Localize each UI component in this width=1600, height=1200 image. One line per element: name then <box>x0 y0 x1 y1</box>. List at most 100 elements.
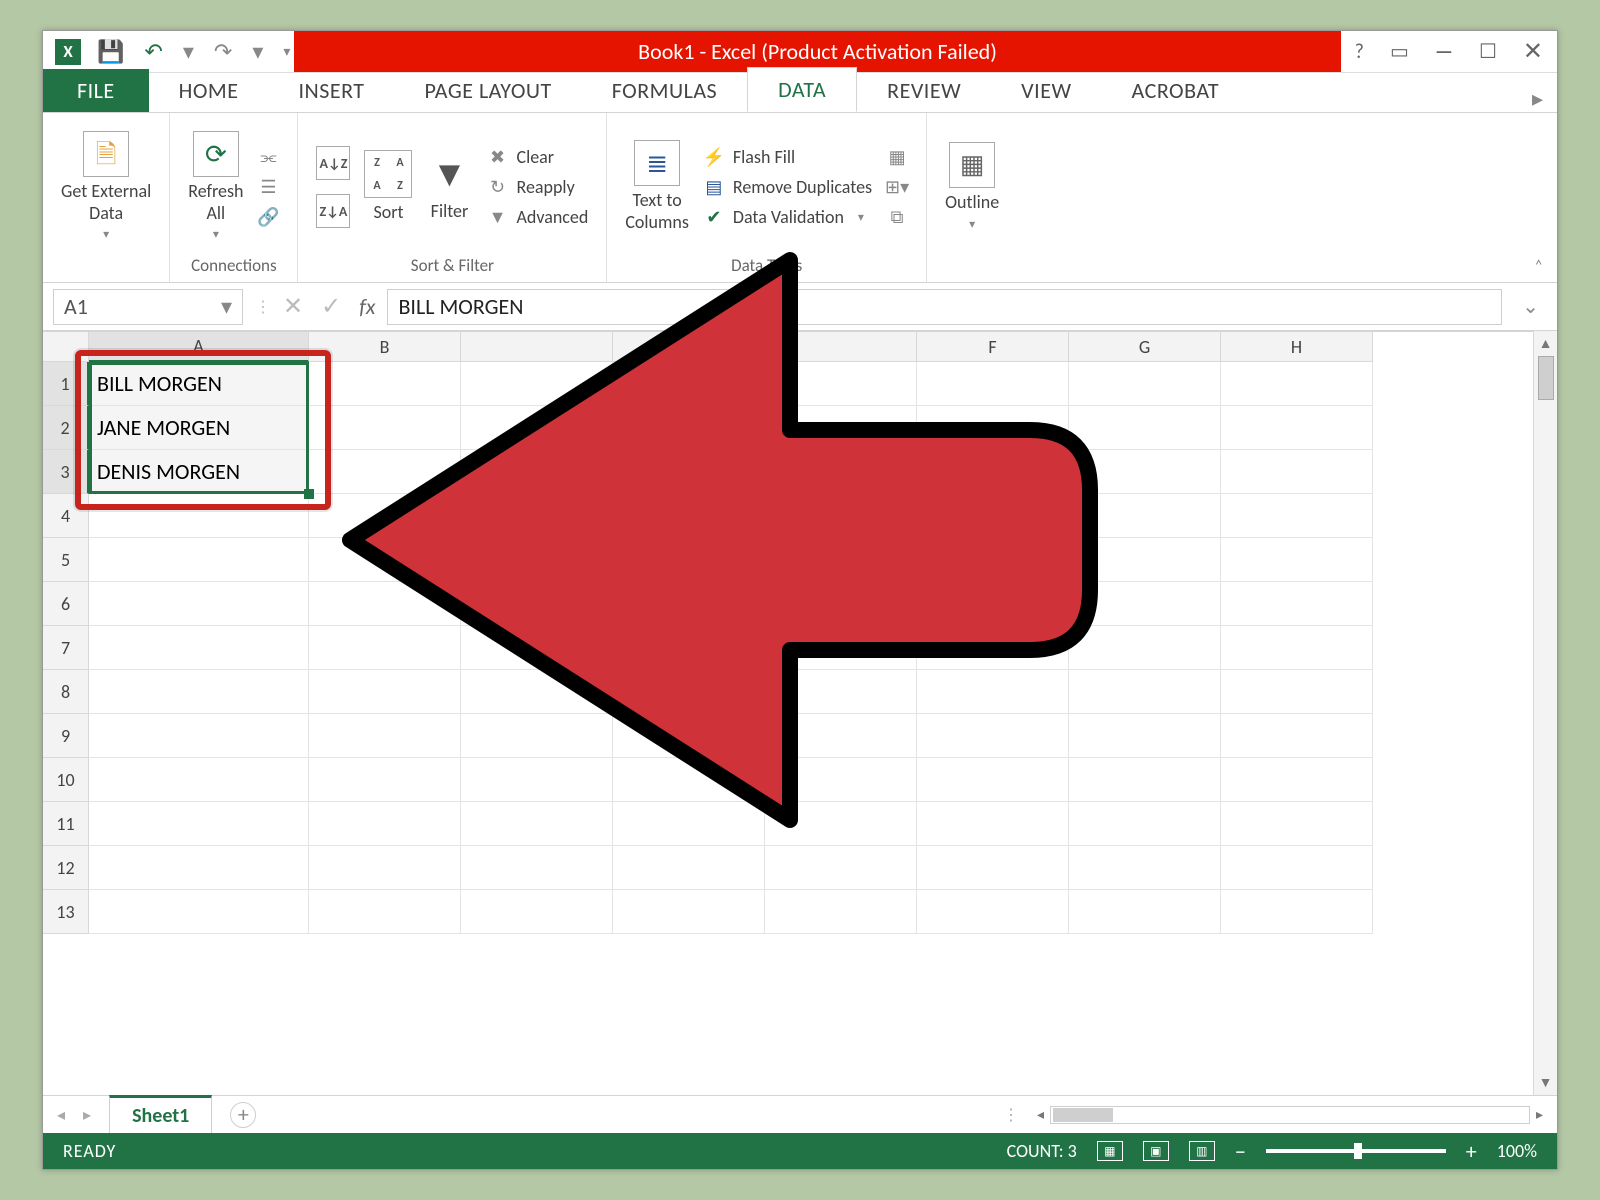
cell[interactable] <box>765 670 917 714</box>
redo-dropdown-icon[interactable]: ▾ <box>248 38 267 65</box>
row-header[interactable]: 3 <box>43 450 89 494</box>
cell[interactable] <box>613 670 765 714</box>
spreadsheet-grid[interactable]: A B F G H 1BILL MORGEN2JANE MORGEN3DENIS… <box>43 331 1533 1095</box>
cell[interactable] <box>613 406 765 450</box>
collapse-ribbon-icon[interactable]: ˄ <box>1534 257 1543 276</box>
zoom-slider[interactable] <box>1266 1149 1446 1153</box>
remove-duplicates-button[interactable]: ▤Remove Duplicates <box>703 176 872 198</box>
help-icon[interactable]: ? <box>1355 40 1364 64</box>
cell[interactable] <box>461 802 613 846</box>
col-header-d[interactable] <box>613 332 765 362</box>
cell[interactable] <box>89 582 309 626</box>
cell[interactable] <box>613 846 765 890</box>
row-header[interactable]: 4 <box>43 494 89 538</box>
cell[interactable] <box>765 538 917 582</box>
row-header[interactable]: 1 <box>43 362 89 406</box>
consolidate-icon[interactable]: ▦ <box>886 146 908 168</box>
data-validation-button[interactable]: ✔Data Validation▾ <box>703 206 872 228</box>
tab-view[interactable]: VIEW <box>991 69 1101 112</box>
cell[interactable] <box>917 538 1069 582</box>
cell[interactable] <box>613 758 765 802</box>
cell[interactable] <box>309 626 461 670</box>
cell[interactable] <box>1069 890 1221 934</box>
cell[interactable] <box>89 714 309 758</box>
view-normal-icon[interactable]: ▦ <box>1097 1141 1123 1161</box>
cell[interactable] <box>613 538 765 582</box>
close-icon[interactable]: ✕ <box>1523 37 1543 66</box>
cell[interactable] <box>765 582 917 626</box>
cell[interactable] <box>1221 582 1373 626</box>
row-header[interactable]: 10 <box>43 758 89 802</box>
cell[interactable] <box>309 406 461 450</box>
col-header-f[interactable]: F <box>917 332 1069 362</box>
row-header[interactable]: 2 <box>43 406 89 450</box>
cell[interactable] <box>1069 626 1221 670</box>
col-header-c[interactable] <box>461 332 613 362</box>
cell[interactable] <box>613 450 765 494</box>
row-header[interactable]: 9 <box>43 714 89 758</box>
scroll-left-icon[interactable]: ◂ <box>1037 1106 1044 1123</box>
cell[interactable] <box>765 714 917 758</box>
cell[interactable] <box>1069 714 1221 758</box>
cell[interactable] <box>89 802 309 846</box>
sort-desc-icon[interactable]: Z↓A <box>316 194 350 228</box>
cell[interactable] <box>1221 450 1373 494</box>
clear-button[interactable]: ✖Clear <box>486 146 588 168</box>
cell[interactable] <box>917 714 1069 758</box>
cell[interactable] <box>89 758 309 802</box>
scroll-thumb[interactable] <box>1538 356 1554 400</box>
tab-home[interactable]: HOME <box>149 69 269 112</box>
cell[interactable] <box>1221 890 1373 934</box>
cell[interactable] <box>89 494 309 538</box>
cell[interactable] <box>1069 802 1221 846</box>
row-header[interactable]: 12 <box>43 846 89 890</box>
cell[interactable]: JANE MORGEN <box>89 406 309 450</box>
cell[interactable] <box>461 758 613 802</box>
cell[interactable] <box>917 582 1069 626</box>
get-external-data-button[interactable]: 🗎 Get External Data ▾ <box>61 131 151 243</box>
cell[interactable] <box>917 758 1069 802</box>
cell[interactable] <box>1069 450 1221 494</box>
outline-button[interactable]: ▦ Outline ▾ <box>945 142 999 232</box>
col-header-a[interactable]: A <box>89 332 309 362</box>
zoom-out-icon[interactable]: − <box>1235 1138 1246 1165</box>
select-all-corner[interactable] <box>43 332 89 362</box>
cell[interactable] <box>89 626 309 670</box>
cell[interactable] <box>461 626 613 670</box>
cell[interactable] <box>917 406 1069 450</box>
cell[interactable] <box>1069 406 1221 450</box>
sort-asc-icon[interactable]: A↓Z <box>316 146 350 180</box>
vertical-scrollbar[interactable]: ▲ ▼ <box>1533 331 1557 1095</box>
cell[interactable] <box>461 538 613 582</box>
tab-review[interactable]: REVIEW <box>857 69 991 112</box>
enter-icon[interactable]: ✓ <box>321 292 341 321</box>
text-to-columns-button[interactable]: ≣ Text to Columns <box>625 140 689 233</box>
cell[interactable] <box>461 582 613 626</box>
tab-scroll-right-icon[interactable]: ▸ <box>1532 85 1557 112</box>
cell[interactable] <box>461 670 613 714</box>
cell[interactable] <box>461 406 613 450</box>
refresh-all-button[interactable]: ⟳ Refresh All ▾ <box>188 131 243 243</box>
sheet-nav-next-icon[interactable]: ▸ <box>83 1105 91 1125</box>
minimize-icon[interactable]: — <box>1435 40 1453 64</box>
cell[interactable] <box>765 802 917 846</box>
maximize-icon[interactable]: ☐ <box>1479 39 1497 64</box>
cell[interactable] <box>461 494 613 538</box>
cell[interactable] <box>1069 582 1221 626</box>
cell[interactable] <box>1221 670 1373 714</box>
cell[interactable] <box>1221 626 1373 670</box>
cell[interactable] <box>765 494 917 538</box>
cell[interactable] <box>89 890 309 934</box>
cell[interactable] <box>89 670 309 714</box>
tab-data[interactable]: DATA <box>747 67 857 112</box>
ribbon-options-icon[interactable]: ▭ <box>1390 39 1409 64</box>
add-sheet-icon[interactable]: + <box>230 1102 256 1128</box>
cell[interactable] <box>1221 406 1373 450</box>
col-header-h[interactable]: H <box>1221 332 1373 362</box>
cell[interactable] <box>917 626 1069 670</box>
cell[interactable]: BILL MORGEN <box>89 362 309 406</box>
cell[interactable] <box>461 846 613 890</box>
hscroll-track[interactable] <box>1050 1106 1530 1124</box>
row-header[interactable]: 11 <box>43 802 89 846</box>
cell[interactable] <box>89 538 309 582</box>
